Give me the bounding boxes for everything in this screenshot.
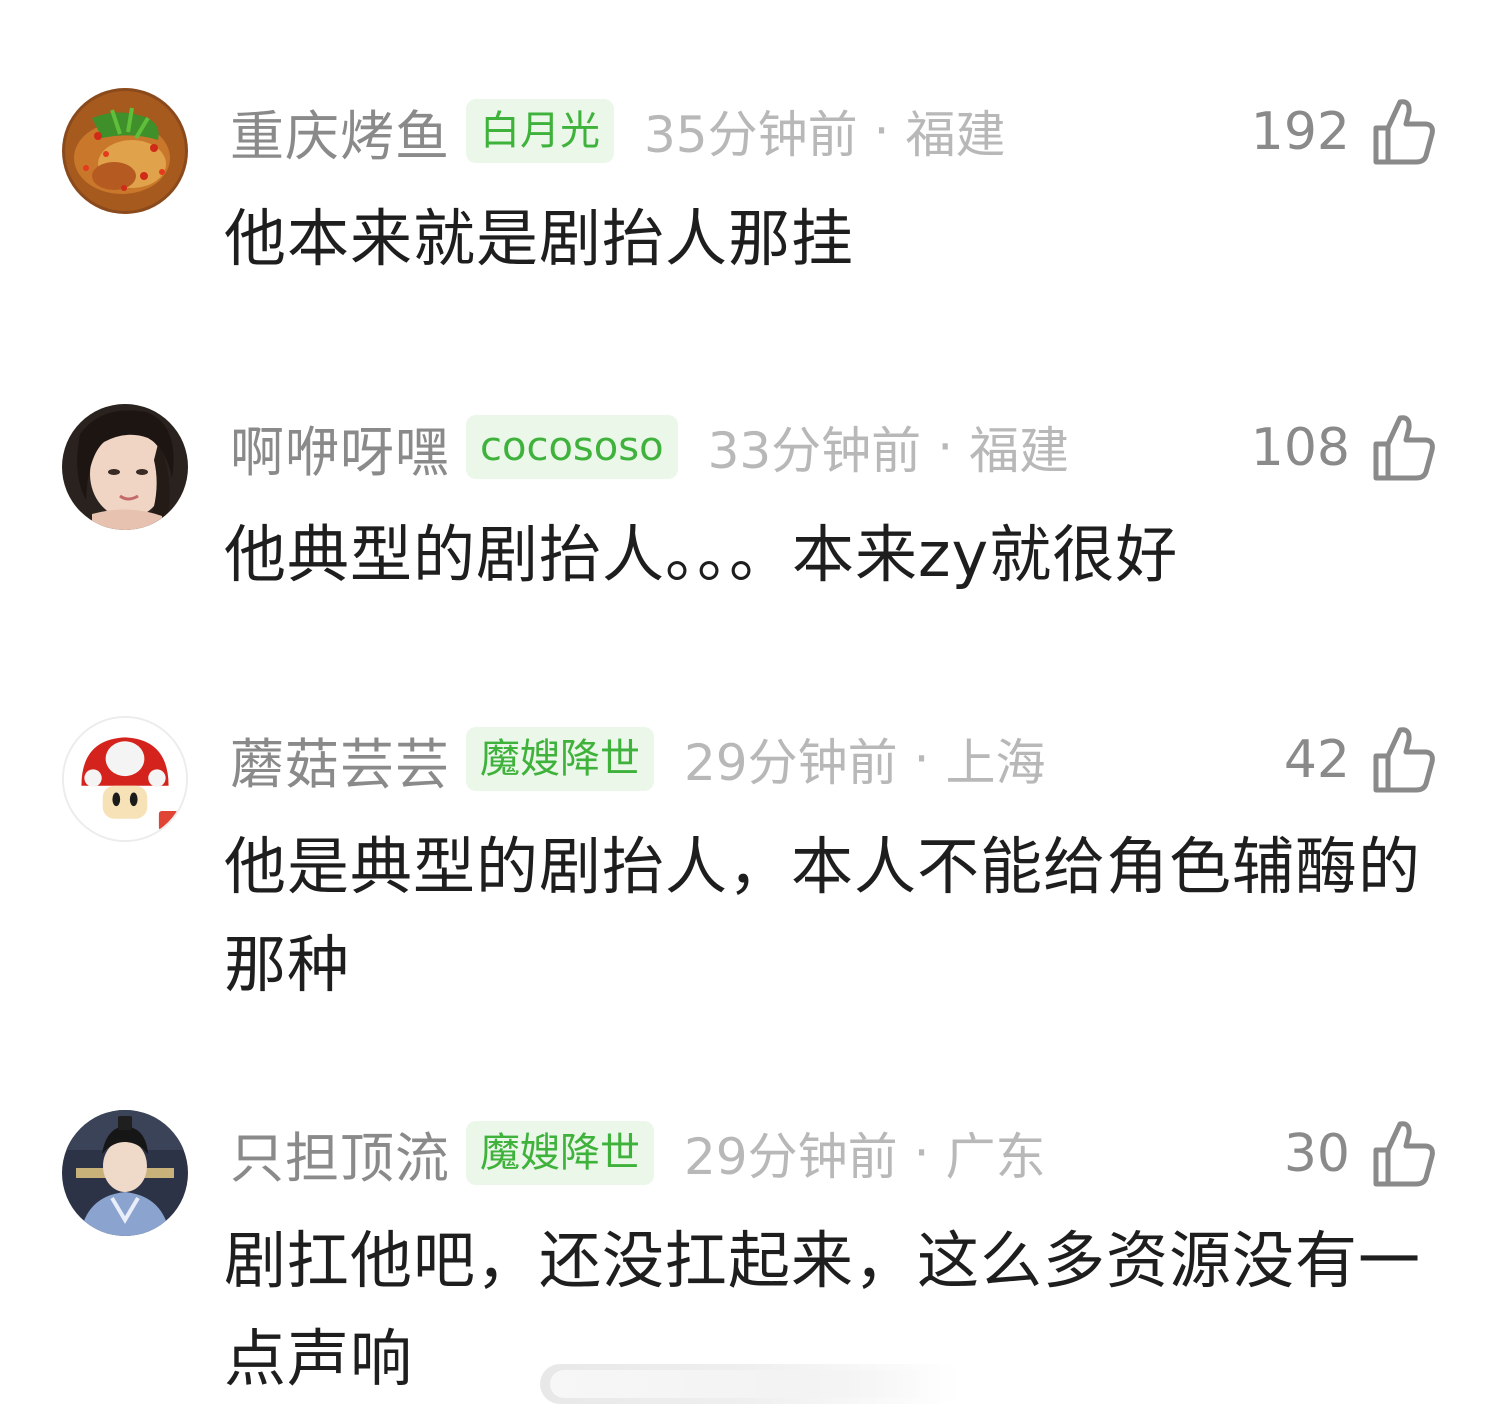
fan-badge[interactable]: 白月光	[466, 99, 614, 163]
like-button[interactable]: 42	[1284, 722, 1436, 798]
comment-meta: 蘑菇芸芸 魔嫂降世 29分钟前 · 上海	[230, 726, 1046, 796]
like-button[interactable]: 192	[1251, 94, 1436, 170]
comment-location: 上海	[945, 734, 1046, 792]
more-replies-pill-inner	[550, 1370, 930, 1398]
fan-badge[interactable]: 魔嫂降世	[466, 727, 654, 791]
username[interactable]: 重庆烤鱼	[230, 92, 450, 171]
comment-location: 福建	[969, 422, 1070, 480]
like-button[interactable]: 30	[1284, 1116, 1436, 1192]
costume-actor-avatar-image	[62, 1110, 188, 1236]
comment-text: 他是典型的剧抬人，本人不能给角色辅酶的那种	[224, 830, 1422, 1001]
comment-list: 重庆烤鱼 白月光 35分钟前 · 福建 192 他本来就是剧抬人那挂 啊咿呀嘿 …	[0, 0, 1500, 1414]
comment-text: 他本来就是剧抬人那挂	[224, 202, 855, 275]
comment-time: 33分钟前	[707, 422, 922, 480]
thumbs-up-icon	[1373, 415, 1435, 481]
comment-meta: 啊咿呀嘿 cocososo 33分钟前 · 福建	[230, 414, 1070, 484]
username[interactable]: 啊咿呀嘿	[230, 408, 450, 487]
like-count: 108	[1250, 418, 1350, 478]
fan-badge[interactable]: 魔嫂降世	[466, 1121, 654, 1185]
meta-separator: ·	[913, 1124, 930, 1182]
meta-separator: ·	[873, 102, 890, 160]
fan-badge[interactable]: cocososo	[466, 415, 678, 479]
comment-meta: 重庆烤鱼 白月光 35分钟前 · 福建	[230, 98, 1006, 168]
comment-time: 35分钟前	[644, 106, 858, 164]
comment-time: 29分钟前	[684, 734, 898, 792]
thumbs-up-icon	[1373, 727, 1435, 793]
mushroom-avatar-image	[64, 718, 186, 840]
thumbs-up-icon	[1373, 1121, 1435, 1187]
comment-location: 福建	[905, 106, 1006, 164]
meta-separator: ·	[913, 730, 930, 788]
comment-location: 广东	[945, 1128, 1046, 1186]
like-count: 42	[1283, 730, 1350, 790]
girl-portrait-avatar-image	[62, 404, 188, 530]
costume-actor-avatar[interactable]	[62, 1110, 188, 1236]
like-count: 30	[1283, 1124, 1350, 1184]
like-button[interactable]: 108	[1251, 410, 1436, 486]
mushroom-avatar[interactable]	[62, 716, 188, 842]
username[interactable]: 只担顶流	[230, 1114, 450, 1193]
comment-time: 29分钟前	[684, 1128, 898, 1186]
like-count: 192	[1250, 102, 1350, 162]
grilled-fish-avatar-image	[62, 88, 188, 214]
comment-meta: 只担顶流 魔嫂降世 29分钟前 · 广东	[230, 1120, 1046, 1190]
more-replies-pill[interactable]	[540, 1364, 960, 1404]
username[interactable]: 蘑菇芸芸	[230, 720, 450, 799]
grilled-fish-avatar[interactable]	[62, 88, 188, 214]
girl-portrait-avatar[interactable]	[62, 404, 188, 530]
meta-separator: ·	[937, 418, 954, 476]
thumbs-up-icon	[1373, 99, 1435, 165]
comment-text: 他典型的剧抬人。。。本来zy就很好	[224, 518, 1179, 591]
